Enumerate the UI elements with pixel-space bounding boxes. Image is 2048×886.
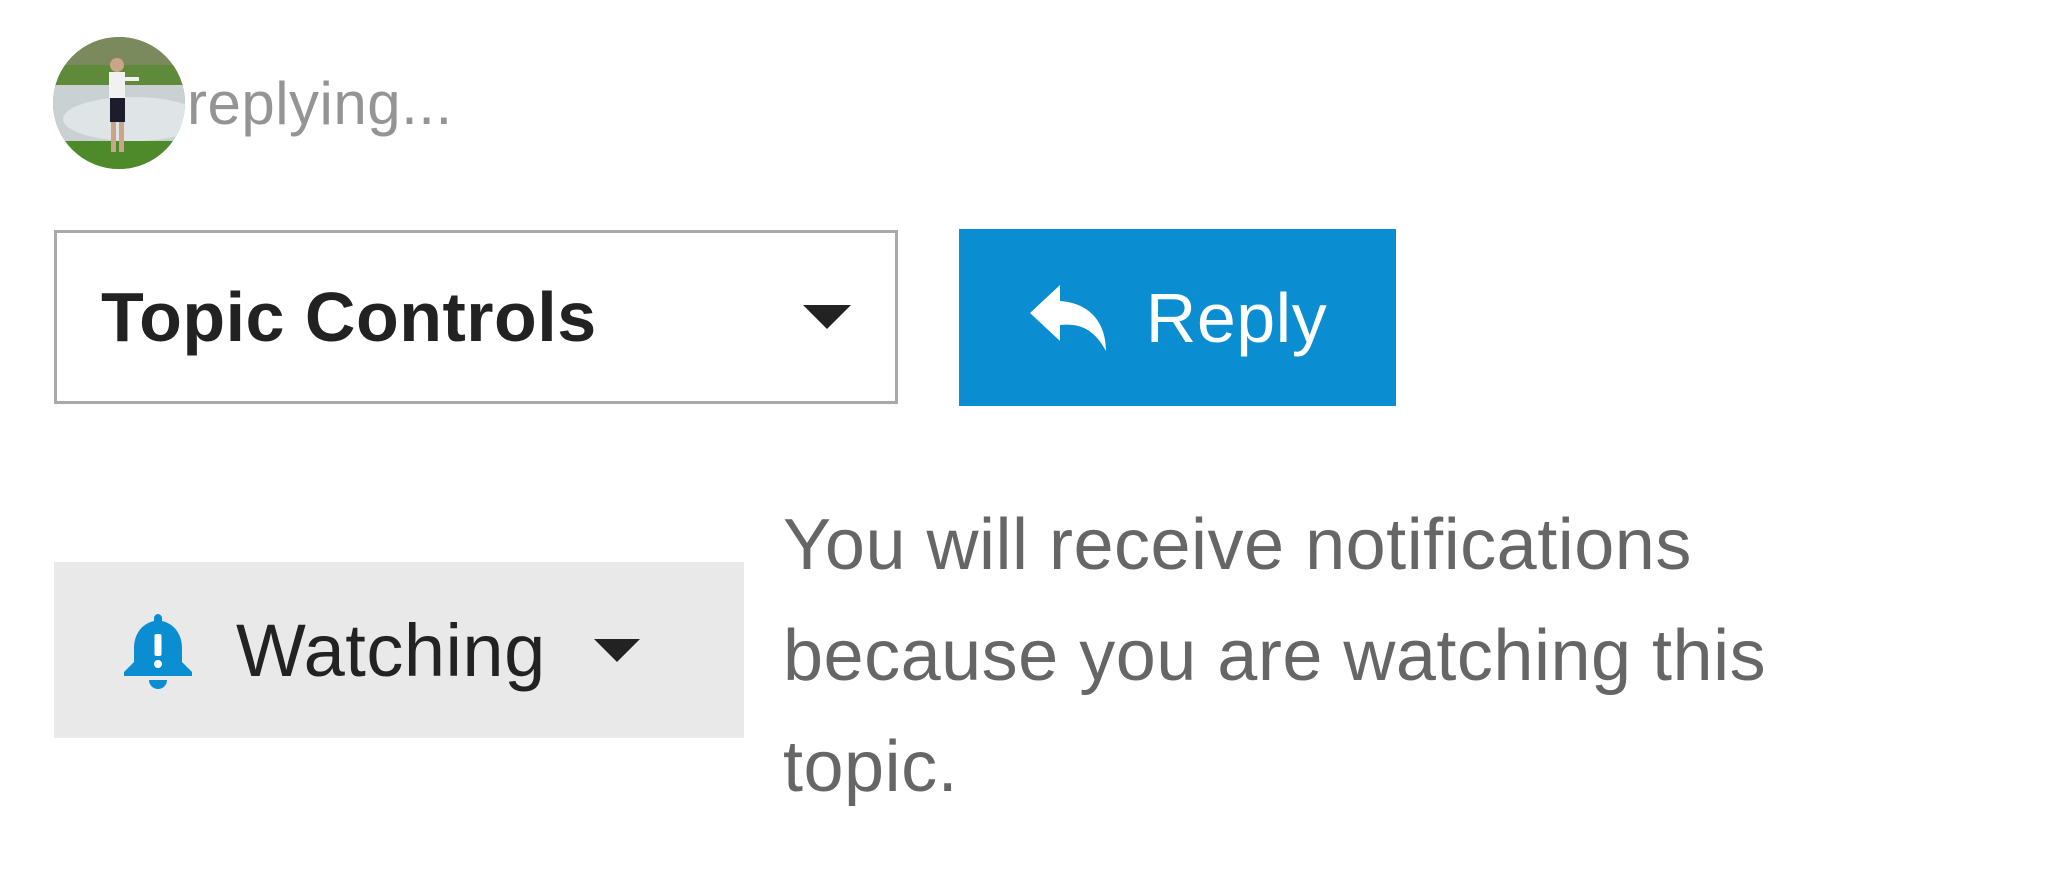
bell-icon — [122, 610, 194, 690]
notification-reason-text: You will receive notifications because y… — [783, 505, 1767, 807]
chevron-down-icon — [803, 305, 851, 329]
reply-presence: replying... — [53, 37, 531, 169]
reply-button[interactable]: Reply — [959, 229, 1396, 406]
reply-arrow-icon — [1028, 283, 1110, 353]
notification-level-label: Watching — [236, 608, 546, 692]
avatar-image — [53, 37, 185, 169]
notification-level-dropdown[interactable]: Watching — [54, 562, 744, 738]
reply-button-label: Reply — [1145, 278, 1328, 357]
topic-controls-dropdown[interactable]: Topic Controls — [54, 230, 898, 404]
topic-controls-label: Topic Controls — [101, 278, 597, 356]
avatar[interactable] — [53, 37, 185, 169]
chevron-down-icon — [593, 638, 640, 662]
replying-status: replying... — [187, 69, 453, 137]
